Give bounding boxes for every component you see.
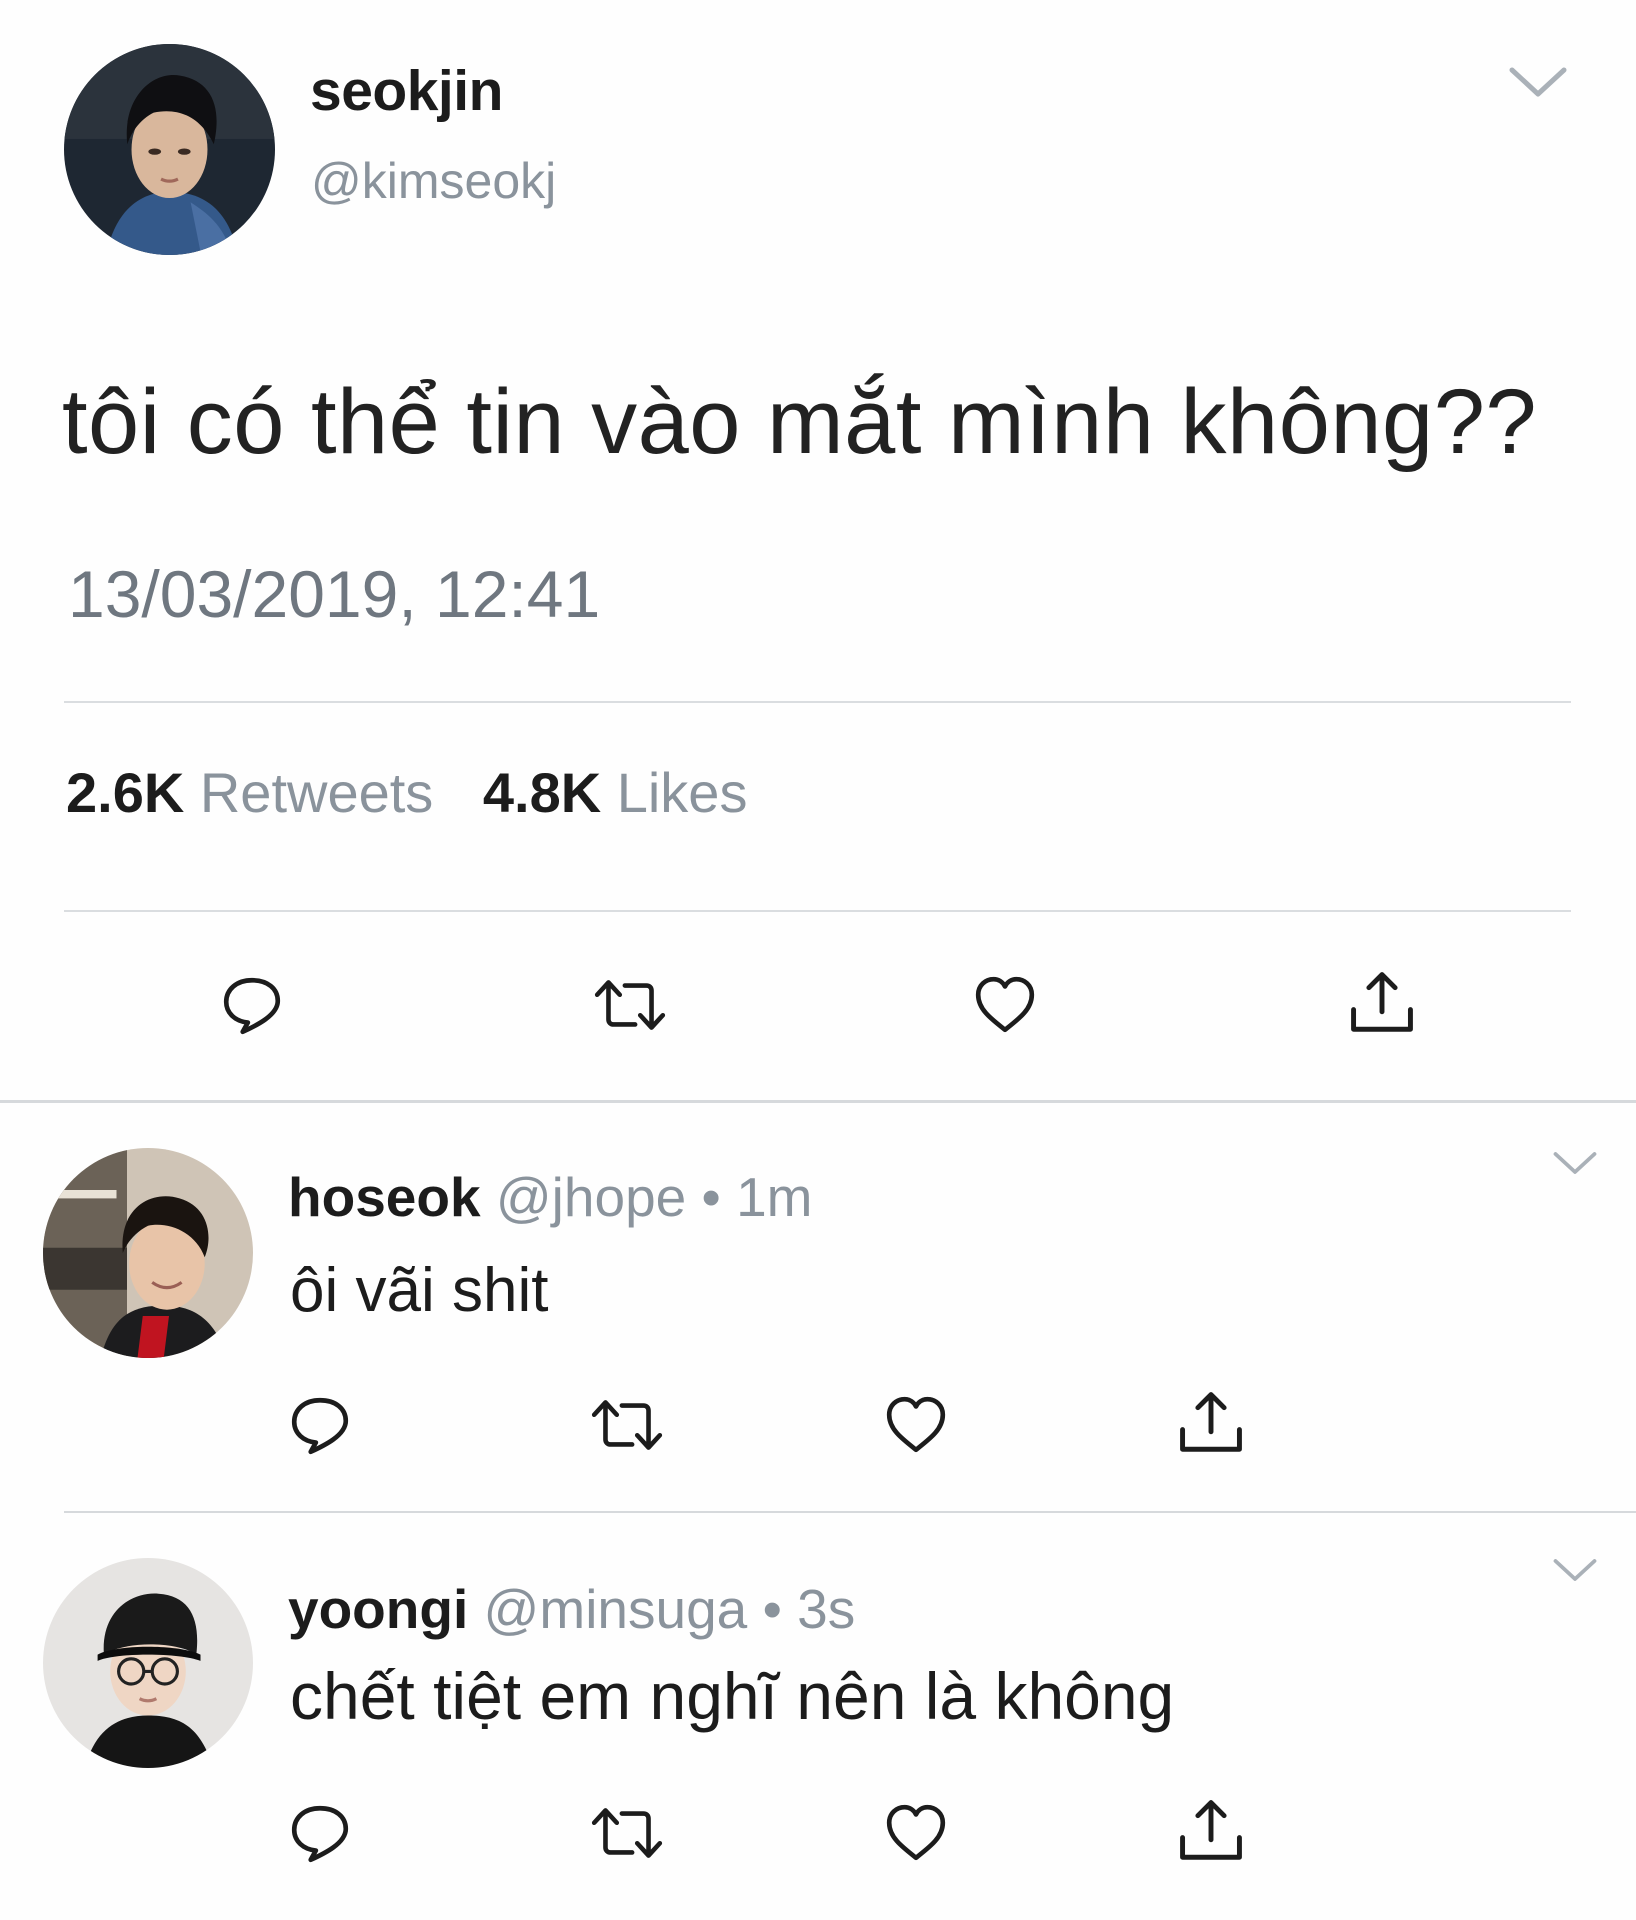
author-name[interactable]: seokjin bbox=[310, 58, 503, 124]
avatar-yoongi[interactable] bbox=[43, 1558, 253, 1768]
reply-header: hoseok @jhope • 1m bbox=[288, 1165, 812, 1229]
like-icon[interactable] bbox=[882, 1392, 950, 1458]
chevron-down-icon[interactable] bbox=[1549, 1148, 1601, 1178]
avatar-hoseok[interactable] bbox=[43, 1148, 253, 1358]
reply-separator: • bbox=[762, 1578, 782, 1640]
reply-header: yoongi @minsuga • 3s bbox=[288, 1577, 855, 1641]
author-handle[interactable]: @kimseokj bbox=[311, 152, 556, 210]
reply-author-name[interactable]: hoseok bbox=[288, 1166, 481, 1228]
tweet-text: tôi có thể tin vào mắt mình không?? bbox=[62, 371, 1538, 473]
tweet-stats: 2.6K Retweets 4.8K Likes bbox=[66, 760, 781, 825]
reply-author-name[interactable]: yoongi bbox=[288, 1578, 468, 1640]
likes-label[interactable]: Likes bbox=[617, 761, 748, 824]
reply-separator: • bbox=[701, 1166, 721, 1228]
like-icon[interactable] bbox=[882, 1800, 950, 1866]
share-icon[interactable] bbox=[1347, 968, 1417, 1038]
reply-icon[interactable] bbox=[219, 972, 285, 1038]
reply-icon[interactable] bbox=[287, 1800, 353, 1866]
reply-text: ôi vãi shit bbox=[290, 1256, 549, 1325]
divider bbox=[64, 701, 1571, 703]
share-icon[interactable] bbox=[1176, 1796, 1246, 1866]
retweet-icon[interactable] bbox=[589, 972, 671, 1038]
avatar-seokjin[interactable] bbox=[64, 44, 275, 255]
reply-text: chết tiệt em nghĩ nên là không bbox=[290, 1659, 1175, 1733]
reply-author-handle[interactable]: @jhope bbox=[496, 1166, 686, 1228]
chevron-down-icon[interactable] bbox=[1549, 1555, 1601, 1585]
section-divider bbox=[0, 1100, 1636, 1103]
retweets-count[interactable]: 2.6K bbox=[66, 761, 184, 824]
likes-count[interactable]: 4.8K bbox=[483, 761, 601, 824]
reply-author-handle[interactable]: @minsuga bbox=[484, 1578, 748, 1640]
retweets-label[interactable]: Retweets bbox=[200, 761, 433, 824]
retweet-icon[interactable] bbox=[586, 1800, 668, 1866]
reply-time[interactable]: 3s bbox=[797, 1578, 855, 1640]
retweet-icon[interactable] bbox=[586, 1392, 668, 1458]
chevron-down-icon[interactable] bbox=[1503, 62, 1573, 102]
share-icon[interactable] bbox=[1176, 1388, 1246, 1458]
section-divider bbox=[64, 1511, 1636, 1513]
reply-icon[interactable] bbox=[287, 1392, 353, 1458]
reply-time[interactable]: 1m bbox=[736, 1166, 812, 1228]
divider bbox=[64, 910, 1571, 912]
tweet-timestamp[interactable]: 13/03/2019, 12:41 bbox=[68, 556, 600, 632]
like-icon[interactable] bbox=[971, 972, 1039, 1038]
